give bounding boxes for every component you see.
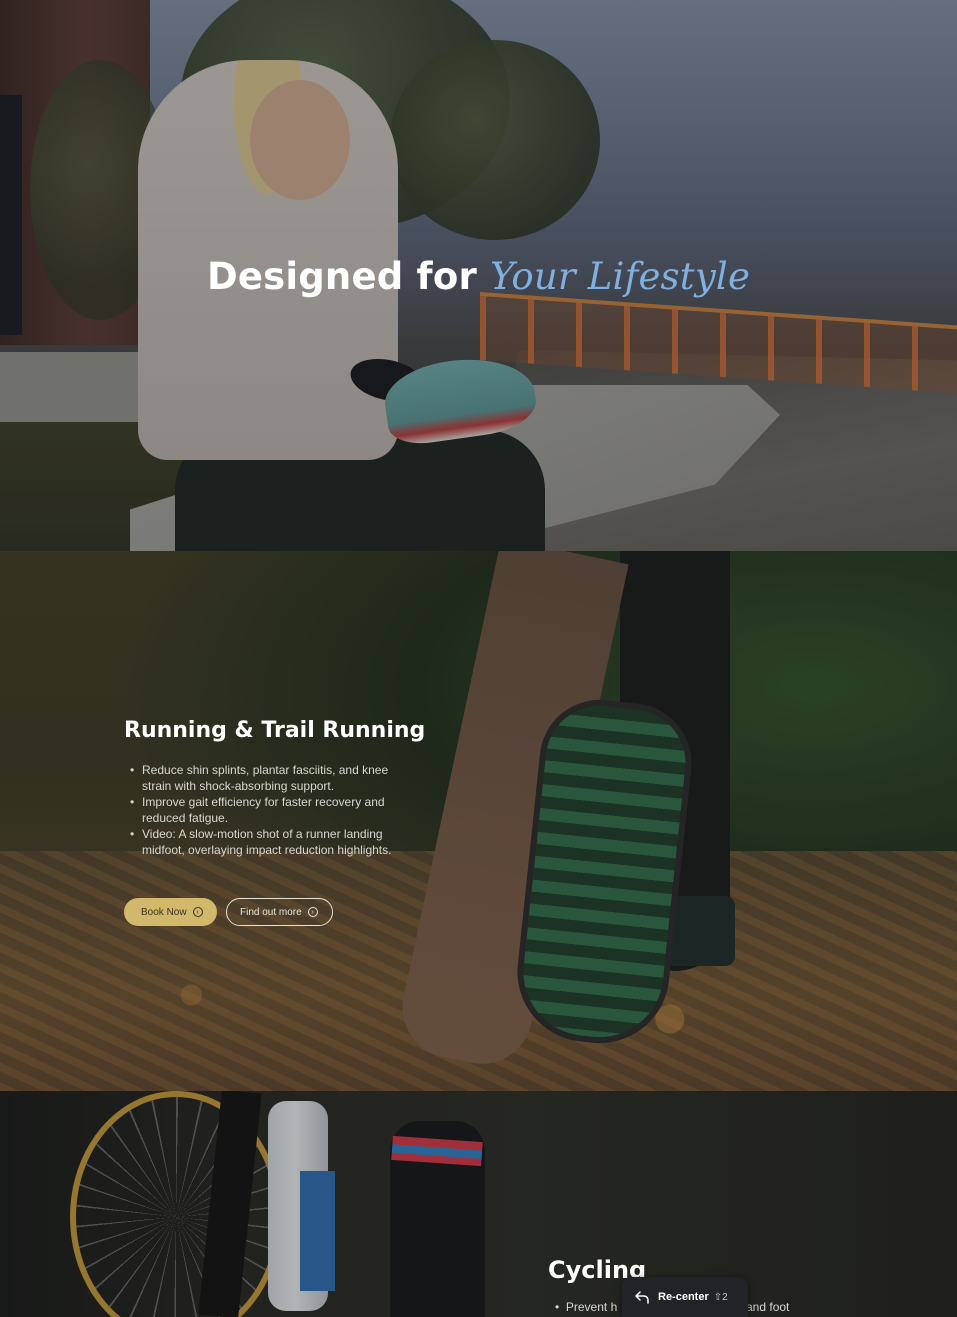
hero-title-main: Designed for xyxy=(206,255,477,298)
cycling-bullet-end: and foot xyxy=(746,1300,790,1314)
arrow-circle-icon: › xyxy=(307,907,318,917)
list-item: Reduce shin splints, plantar fasciitis, … xyxy=(124,762,409,794)
book-now-label: Book Now xyxy=(141,906,187,918)
running-title: Running & Trail Running xyxy=(124,718,426,743)
re-center-label: Re-center xyxy=(658,1291,709,1303)
cycling-bullet-start: • Prevent h xyxy=(555,1300,618,1314)
list-item: Video: A slow-motion shot of a runner la… xyxy=(124,826,409,858)
re-center-button[interactable]: Re-center ⇧2 xyxy=(622,1277,748,1317)
cycling-overlay xyxy=(0,1091,957,1317)
book-now-button[interactable]: Book Now › xyxy=(124,898,217,926)
cycling-bullet-text: Prevent h xyxy=(565,1300,618,1314)
cycling-section xyxy=(0,1091,957,1317)
find-out-more-label: Find out more xyxy=(240,906,302,918)
arrow-circle-icon: › xyxy=(192,907,203,917)
hero-title-accent: Your Lifestyle xyxy=(490,255,751,298)
running-benefits-list: Reduce shin splints, plantar fasciitis, … xyxy=(124,762,409,858)
undo-arrow-icon xyxy=(635,1291,649,1304)
find-out-more-button[interactable]: Find out more › xyxy=(226,898,333,926)
list-item: Improve gait efficiency for faster recov… xyxy=(124,794,409,826)
keyboard-shortcut: ⇧2 xyxy=(713,1291,728,1303)
hero-title: Designed for Your Lifestyle xyxy=(0,255,957,298)
